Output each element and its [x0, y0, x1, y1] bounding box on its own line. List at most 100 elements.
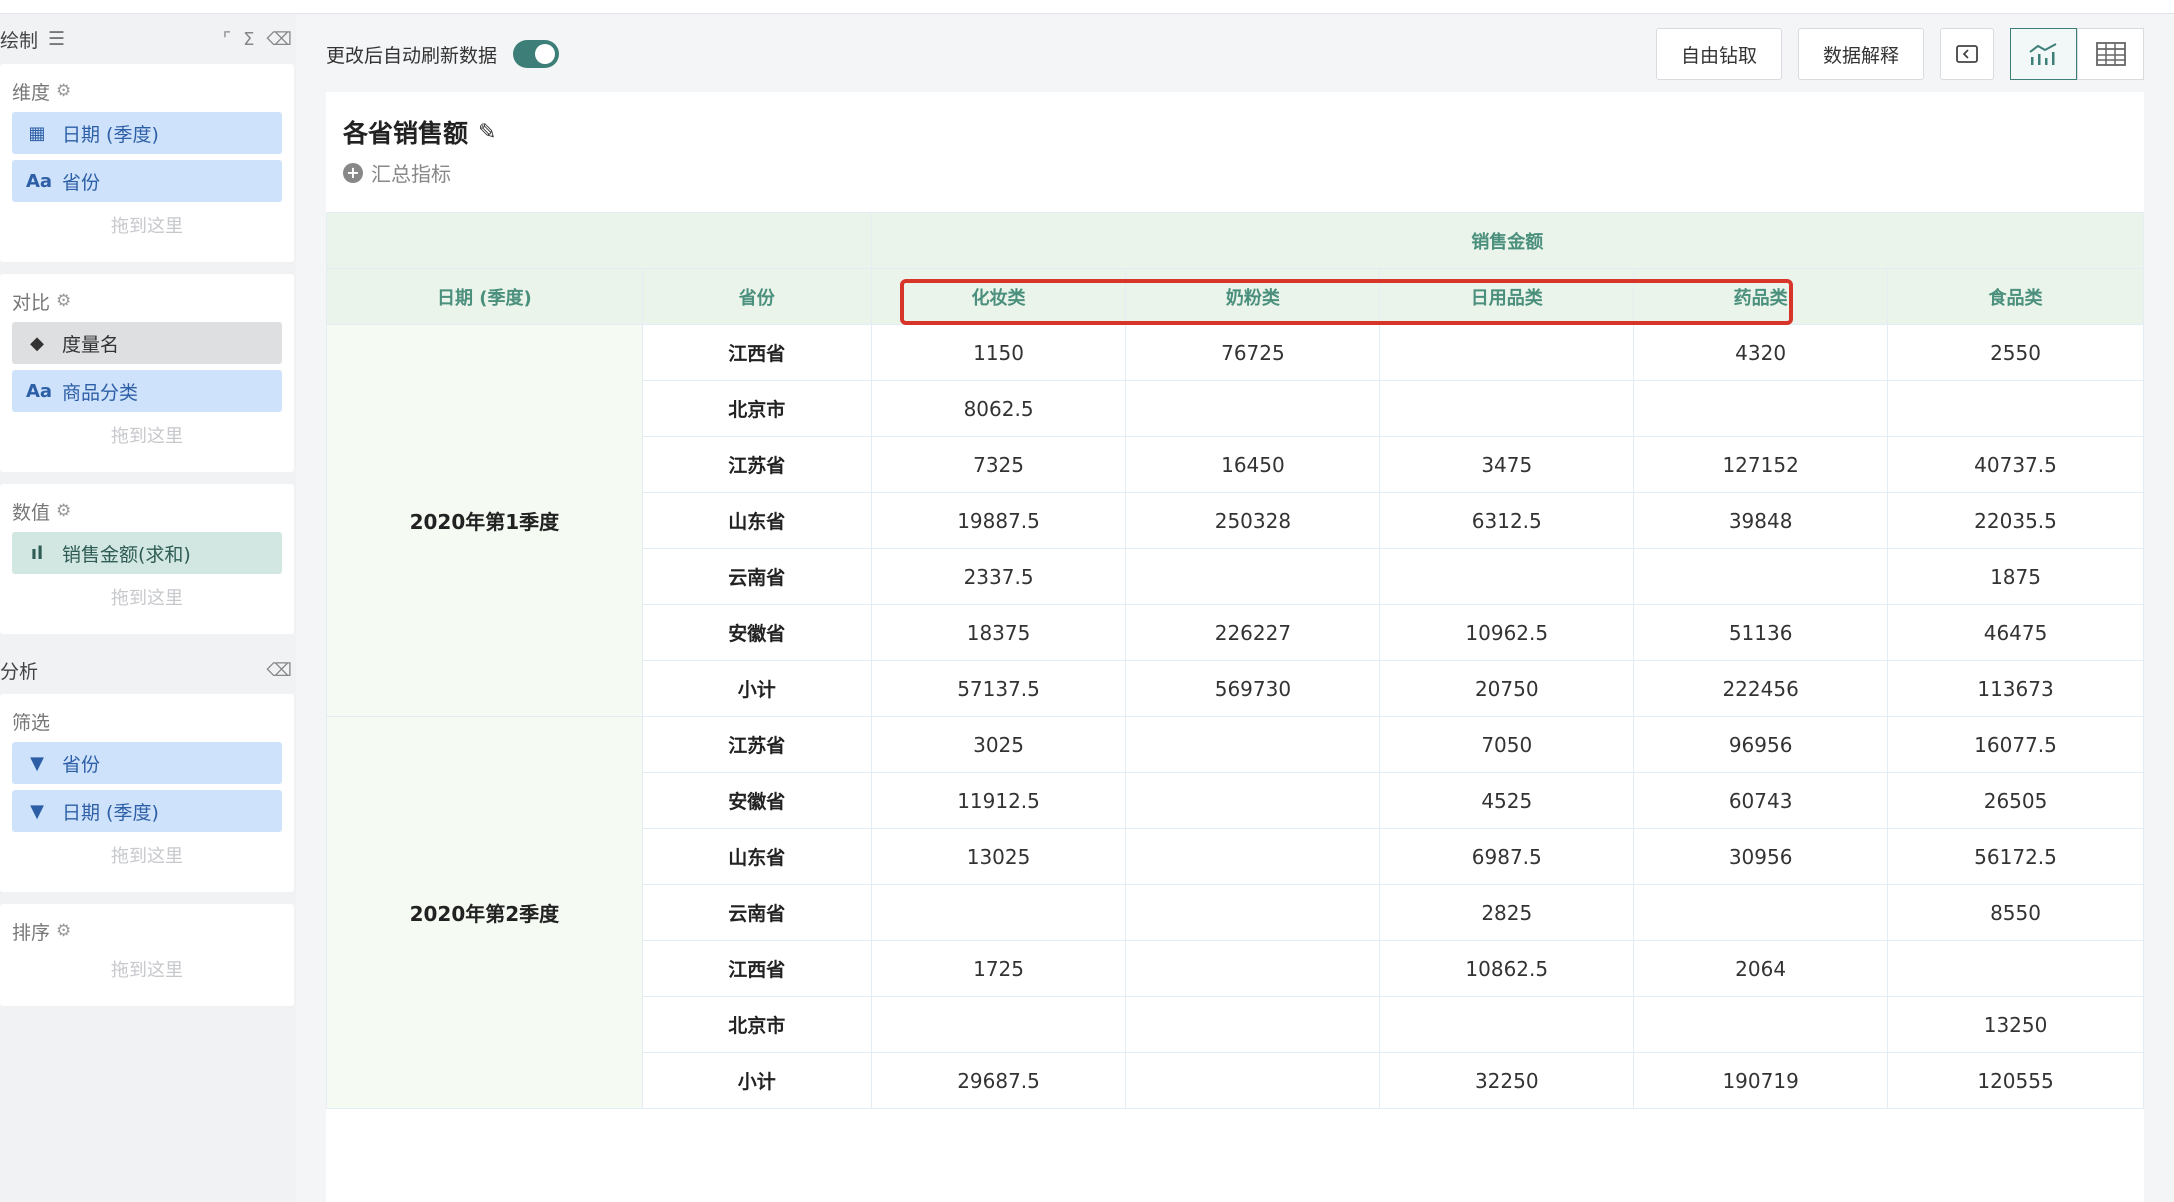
- value-cell[interactable]: 40737.5: [1887, 436, 2144, 493]
- collapse-panel-button[interactable]: [1940, 28, 1994, 80]
- column-header[interactable]: 奶粉类: [1125, 268, 1381, 325]
- value-cell[interactable]: [870, 884, 1127, 941]
- chart-view-button[interactable]: [2010, 28, 2077, 80]
- value-cell[interactable]: 13250: [1887, 996, 2144, 1053]
- value-cell[interactable]: 8550: [1887, 884, 2144, 941]
- quarter-cell[interactable]: 2020年第2季度: [326, 716, 643, 1109]
- province-cell[interactable]: 安徽省: [641, 772, 872, 829]
- province-cell[interactable]: 江苏省: [641, 716, 872, 773]
- free-drill-button[interactable]: 自由钻取: [1655, 28, 1782, 80]
- value-cell[interactable]: 6312.5: [1379, 492, 1635, 549]
- value-cell[interactable]: 11912.5: [870, 772, 1127, 829]
- value-cell[interactable]: 2064: [1633, 940, 1889, 997]
- province-cell[interactable]: 北京市: [641, 996, 872, 1053]
- filter-pill-date[interactable]: ▼ 日期 (季度): [12, 790, 282, 832]
- row-header-date[interactable]: 日期 (季度): [326, 268, 643, 325]
- table-view-button[interactable]: [2077, 28, 2144, 80]
- value-cell[interactable]: [1125, 940, 1381, 997]
- value-cell[interactable]: 1875: [1887, 548, 2144, 605]
- value-cell[interactable]: [1633, 996, 1889, 1053]
- value-cell[interactable]: 22035.5: [1887, 492, 2144, 549]
- value-cell[interactable]: 60743: [1633, 772, 1889, 829]
- value-cell[interactable]: 8062.5: [870, 380, 1127, 437]
- column-header[interactable]: 化妆类: [870, 268, 1127, 325]
- column-header[interactable]: 日用品类: [1379, 268, 1635, 325]
- value-cell[interactable]: 7050: [1379, 716, 1635, 773]
- value-cell[interactable]: 120555: [1887, 1052, 2144, 1109]
- value-cell[interactable]: 32250: [1379, 1052, 1635, 1109]
- value-cell[interactable]: [1379, 380, 1635, 437]
- value-cell[interactable]: 127152: [1633, 436, 1889, 493]
- value-cell[interactable]: [1125, 884, 1381, 941]
- value-cell[interactable]: [1379, 996, 1635, 1053]
- value-cell[interactable]: 222456: [1633, 660, 1889, 717]
- value-cell[interactable]: [1379, 324, 1635, 381]
- filter-pill-province[interactable]: ▼ 省份: [12, 742, 282, 784]
- edit-icon[interactable]: ✎: [478, 120, 496, 145]
- value-cell[interactable]: 2825: [1379, 884, 1635, 941]
- value-cell[interactable]: 190719: [1633, 1052, 1889, 1109]
- column-header[interactable]: 食品类: [1887, 268, 2144, 325]
- value-cell[interactable]: 569730: [1125, 660, 1381, 717]
- province-cell[interactable]: 山东省: [641, 828, 872, 885]
- province-cell[interactable]: 北京市: [641, 380, 872, 437]
- value-cell[interactable]: [1125, 380, 1381, 437]
- eraser-icon[interactable]: ⌫: [267, 660, 292, 681]
- value-cell[interactable]: [1887, 380, 2144, 437]
- dimension-pill-province[interactable]: Aa 省份: [12, 160, 282, 202]
- value-cell[interactable]: 76725: [1125, 324, 1381, 381]
- drop-zone[interactable]: 拖到这里: [12, 946, 282, 992]
- value-cell[interactable]: 6987.5: [1379, 828, 1635, 885]
- value-cell[interactable]: 56172.5: [1887, 828, 2144, 885]
- gear-icon[interactable]: ⚙: [56, 501, 71, 521]
- value-cell[interactable]: 3475: [1379, 436, 1635, 493]
- value-cell[interactable]: 226227: [1125, 604, 1381, 661]
- value-cell[interactable]: [1125, 828, 1381, 885]
- sliders-icon[interactable]: ☰: [48, 28, 65, 50]
- value-cell[interactable]: [1633, 548, 1889, 605]
- value-cell[interactable]: 1725: [870, 940, 1127, 997]
- value-cell[interactable]: 13025: [870, 828, 1127, 885]
- value-cell[interactable]: 39848: [1633, 492, 1889, 549]
- data-explain-button[interactable]: 数据解释: [1797, 28, 1924, 80]
- value-cell[interactable]: [870, 996, 1127, 1053]
- gear-icon[interactable]: ⚙: [56, 291, 71, 311]
- value-cell[interactable]: 57137.5: [870, 660, 1127, 717]
- column-header[interactable]: 药品类: [1633, 268, 1889, 325]
- gear-icon[interactable]: ⚙: [56, 921, 71, 941]
- value-cell[interactable]: 3025: [870, 716, 1127, 773]
- drop-zone[interactable]: 拖到这里: [12, 832, 282, 878]
- value-cell[interactable]: 30956: [1633, 828, 1889, 885]
- drop-zone[interactable]: 拖到这里: [12, 574, 282, 620]
- value-cell[interactable]: 96956: [1633, 716, 1889, 773]
- dimension-pill-date[interactable]: ▦ 日期 (季度): [12, 112, 282, 154]
- value-cell[interactable]: [1633, 884, 1889, 941]
- quarter-cell[interactable]: 2020年第1季度: [326, 324, 643, 717]
- value-cell[interactable]: 1150: [870, 324, 1127, 381]
- value-cell[interactable]: 29687.5: [870, 1052, 1127, 1109]
- province-cell[interactable]: 山东省: [641, 492, 872, 549]
- province-cell[interactable]: 江西省: [641, 324, 872, 381]
- value-cell[interactable]: 46475: [1887, 604, 2144, 661]
- value-cell[interactable]: 250328: [1125, 492, 1381, 549]
- value-cell[interactable]: 20750: [1379, 660, 1635, 717]
- value-cell[interactable]: [1633, 380, 1889, 437]
- value-cell[interactable]: [1887, 940, 2144, 997]
- eraser-icon[interactable]: ⌫: [267, 29, 292, 50]
- value-cell[interactable]: 7325: [870, 436, 1127, 493]
- value-cell[interactable]: [1125, 716, 1381, 773]
- corner-icon[interactable]: ⌜: [223, 29, 231, 50]
- value-cell[interactable]: [1125, 772, 1381, 829]
- row-header-province[interactable]: 省份: [641, 268, 872, 325]
- province-cell[interactable]: 江西省: [641, 940, 872, 997]
- compare-pill-measure-name[interactable]: ◆ 度量名: [12, 322, 282, 364]
- value-cell[interactable]: 10962.5: [1379, 604, 1635, 661]
- value-cell[interactable]: 10862.5: [1379, 940, 1635, 997]
- value-cell[interactable]: 18375: [870, 604, 1127, 661]
- value-cell[interactable]: [1379, 548, 1635, 605]
- drop-zone[interactable]: 拖到这里: [12, 202, 282, 248]
- province-cell[interactable]: 小计: [641, 1052, 872, 1109]
- value-cell[interactable]: 113673: [1887, 660, 2144, 717]
- value-cell[interactable]: 26505: [1887, 772, 2144, 829]
- drop-zone[interactable]: 拖到这里: [12, 412, 282, 458]
